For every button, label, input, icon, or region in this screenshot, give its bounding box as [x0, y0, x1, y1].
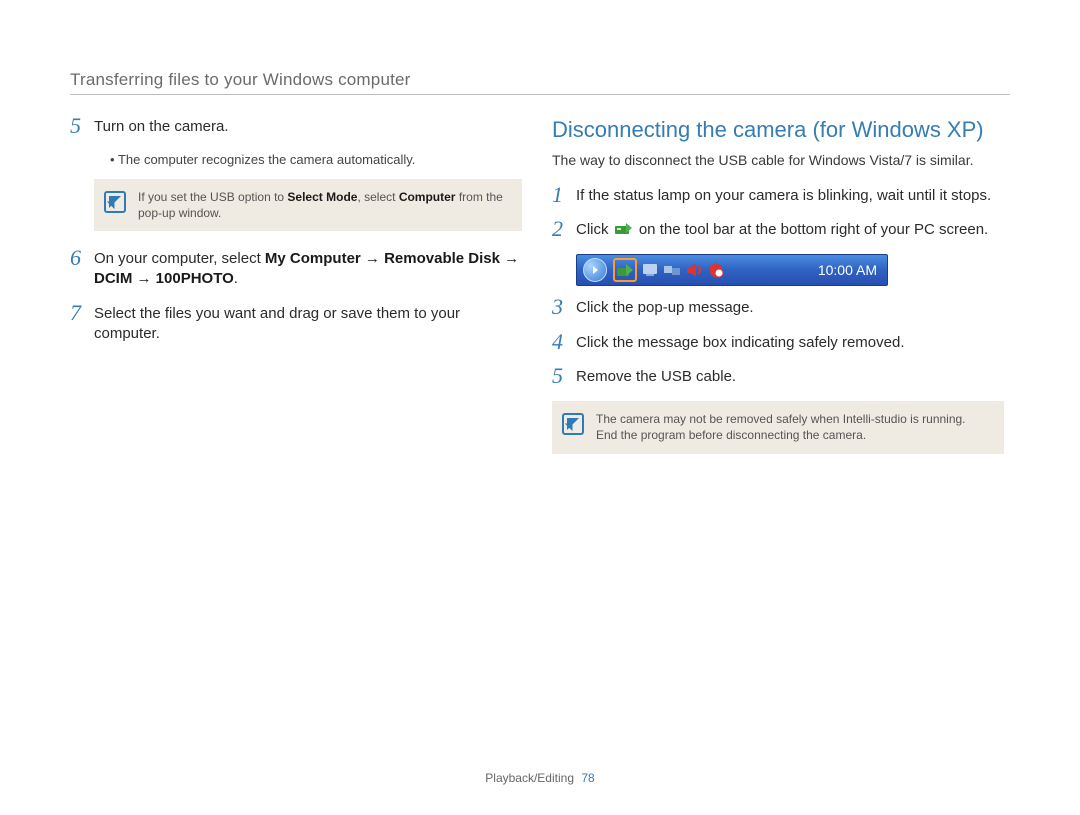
step-6: 6 On your computer, select My Computer →…: [70, 249, 522, 290]
footer-section: Playback/Editing: [485, 771, 574, 785]
note-icon: [104, 191, 126, 213]
note-icon: [562, 413, 584, 435]
step-text: Turn on the camera.: [94, 117, 229, 137]
step-number: 1: [552, 184, 576, 206]
note-box-usb-mode: If you set the USB option to Select Mode…: [94, 179, 522, 231]
divider: [70, 94, 1010, 95]
taskbar-screenshot: 10:00 AM: [576, 254, 1004, 286]
right-column: Disconnecting the camera (for Windows XP…: [552, 117, 1004, 472]
step-number: 3: [552, 296, 576, 318]
step-text: Click on the tool bar at the bottom righ…: [576, 220, 988, 240]
step-text: On your computer, select My Computer → R…: [94, 249, 522, 290]
step-text: Remove the USB cable.: [576, 367, 736, 387]
step-number: 2: [552, 218, 576, 240]
step-number: 5: [552, 365, 576, 387]
section-heading: Disconnecting the camera (for Windows XP…: [552, 117, 1004, 143]
tray-highlight: [613, 258, 637, 282]
system-tray: [613, 258, 725, 282]
step-text: If the status lamp on your camera is bli…: [576, 186, 991, 206]
security-icon: [707, 261, 725, 279]
step-5-bullet: The computer recognizes the camera autom…: [110, 151, 522, 169]
tray-icon: [641, 261, 659, 279]
step-7: 7 Select the files you want and drag or …: [70, 304, 522, 345]
document-page: Transferring files to your Windows compu…: [0, 0, 1080, 815]
safely-remove-hardware-icon: [616, 261, 634, 279]
tray-expand-icon: [583, 258, 607, 282]
lead-text: The way to disconnect the USB cable for …: [552, 151, 1004, 170]
step-text: Select the files you want and drag or sa…: [94, 304, 522, 345]
step-r1: 1 If the status lamp on your camera is b…: [552, 186, 1004, 206]
content-columns: 5 Turn on the camera. The computer recog…: [70, 117, 1010, 472]
page-number: 78: [581, 771, 594, 785]
left-column: 5 Turn on the camera. The computer recog…: [70, 117, 522, 472]
step-r4: 4 Click the message box indicating safel…: [552, 333, 1004, 353]
step-5: 5 Turn on the camera.: [70, 117, 522, 137]
step-number: 4: [552, 331, 576, 353]
step-number: 6: [70, 247, 94, 269]
step-text: Click the pop-up message.: [576, 298, 754, 318]
step-r3: 3 Click the pop-up message.: [552, 298, 1004, 318]
step-number: 5: [70, 115, 94, 137]
page-header: Transferring files to your Windows compu…: [70, 70, 1010, 90]
tray-icon: [663, 261, 681, 279]
taskbar-clock: 10:00 AM: [818, 262, 877, 278]
note-text: If you set the USB option to Select Mode…: [138, 189, 508, 221]
note-text: The camera may not be removed safely whe…: [596, 411, 990, 443]
safely-remove-icon: [615, 220, 633, 236]
step-number: 7: [70, 302, 94, 324]
page-footer: Playback/Editing 78: [0, 771, 1080, 785]
volume-icon: [685, 261, 703, 279]
step-text: Click the message box indicating safely …: [576, 333, 905, 353]
xp-taskbar: 10:00 AM: [576, 254, 888, 286]
step-r2: 2 Click on the tool bar at the bottom ri…: [552, 220, 1004, 240]
note-box-intelli-studio: The camera may not be removed safely whe…: [552, 401, 1004, 453]
step-r5: 5 Remove the USB cable.: [552, 367, 1004, 387]
